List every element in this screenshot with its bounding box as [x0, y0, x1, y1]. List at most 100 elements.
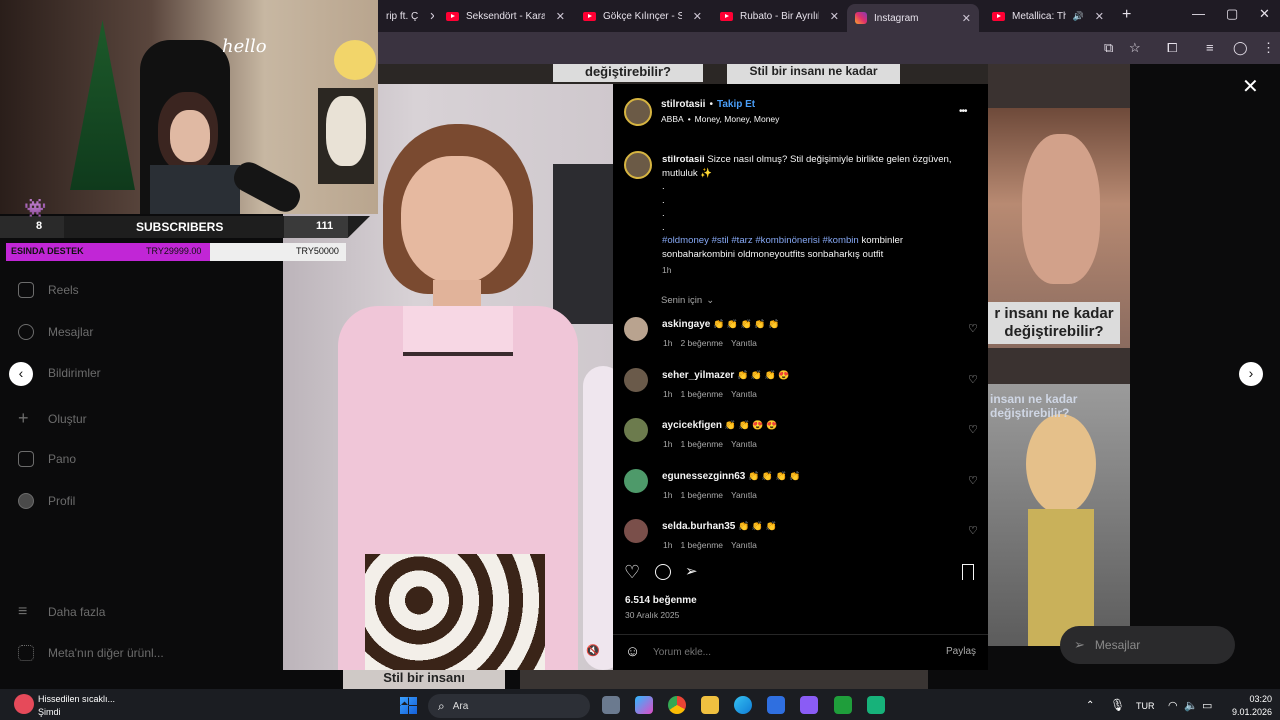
bookmark-star-icon[interactable]: ☆ [1129, 40, 1141, 56]
caption-hashtags[interactable]: #oldmoney #stil #tarz #kombinönerisi #ko… [662, 235, 859, 246]
comment-avatar[interactable] [624, 418, 648, 442]
comment-reply-button[interactable]: Yanıtla [731, 490, 757, 500]
modal-close-button[interactable]: ✕ [1242, 74, 1259, 99]
microphone-icon[interactable]: 🎙 [1110, 698, 1125, 712]
messages-pill[interactable]: ➢ Mesajlar [1060, 626, 1235, 664]
close-icon[interactable]: ✕ [429, 10, 434, 23]
follow-button[interactable]: Takip Et [717, 99, 755, 110]
emoji-picker-icon[interactable]: ☺ [625, 643, 640, 660]
comment-like-icon[interactable]: ♡ [968, 524, 978, 537]
battery-icon[interactable]: ▭ [1202, 699, 1212, 712]
comment-likes[interactable]: 1 beğenme [680, 540, 723, 550]
browser-tab[interactable]: Seksendört - Kara G ✕ [438, 4, 573, 28]
comment-username[interactable]: selda.burhan35 [662, 521, 735, 532]
comment-bubble-icon[interactable] [655, 564, 671, 580]
share-paper-plane-icon[interactable]: ➢ [685, 562, 698, 580]
maximize-button[interactable]: ▢ [1226, 6, 1238, 22]
profile-icon[interactable]: ◯ [1233, 40, 1248, 56]
comment-likes[interactable]: 1 beğenme [680, 439, 723, 449]
comment-avatar[interactable] [624, 367, 648, 392]
close-icon[interactable]: ✕ [1095, 10, 1104, 23]
browser-tab-active[interactable]: Instagram ✕ [847, 4, 979, 32]
audio-attribution[interactable]: ABBA • Money, Money, Money [661, 114, 779, 124]
language-indicator[interactable]: TUR [1136, 701, 1155, 711]
minimize-button[interactable]: — [1192, 6, 1205, 21]
comment-username[interactable]: aycicekfigen [662, 420, 722, 431]
caption-username[interactable]: stilrotasii [662, 154, 705, 165]
window-close-button[interactable]: ✕ [1259, 6, 1270, 22]
mute-icon[interactable]: 🔇 [586, 644, 600, 657]
post-author-username[interactable]: stilrotasii [661, 99, 705, 110]
comment-reply-button[interactable]: Yanıtla [731, 439, 757, 449]
like-heart-icon[interactable]: ♡ [624, 562, 640, 583]
comment-reply-button[interactable]: Yanıtla [731, 540, 757, 550]
sidebar-item-reels[interactable]: Reels [18, 282, 79, 298]
comment-time: 1h [663, 540, 673, 550]
sidebar-item-messages[interactable]: Mesajlar [18, 324, 93, 340]
post-author-avatar[interactable] [624, 98, 652, 126]
chevron-up-icon[interactable]: ⌃ [1086, 700, 1094, 711]
weather-icon[interactable] [14, 694, 34, 714]
save-bookmark-icon[interactable] [962, 564, 974, 580]
post-comment-button[interactable]: Paylaş [946, 646, 976, 657]
comment-sort-dropdown[interactable]: Senin için ⌄ [661, 295, 714, 306]
sidebar-item-more[interactable]: ≡ Daha fazla [18, 603, 105, 621]
comment-like-icon[interactable]: ♡ [968, 322, 978, 335]
extensions-icon[interactable]: ⧠ [1167, 40, 1177, 56]
app-icon[interactable] [800, 696, 818, 714]
sidebar-item-profile[interactable]: Profil [18, 493, 75, 509]
caption-author-avatar[interactable] [624, 151, 652, 179]
sidebar-item-create[interactable]: + Oluştur [18, 408, 87, 429]
comment-like-icon[interactable]: ♡ [968, 474, 978, 487]
sidebar-item-meta[interactable]: Meta'nın diğer ürünl... [18, 645, 164, 661]
comment-username[interactable]: askingaye [662, 319, 710, 330]
comment-like-icon[interactable]: ♡ [968, 373, 978, 386]
close-icon[interactable]: ✕ [693, 10, 702, 23]
browser-tab[interactable]: Metallica: The Ur 🔊 ✕ [984, 4, 1112, 28]
close-icon[interactable]: ✕ [830, 10, 839, 23]
comment-reply-button[interactable]: Yanıtla [731, 389, 757, 399]
weather-title[interactable]: Hissedilen sıcaklı... [38, 694, 115, 704]
comment-reply-button[interactable]: Yanıtla [731, 338, 757, 348]
browser-tab[interactable]: Gökçe Kılınçer - Sev ✕ [575, 4, 710, 28]
browser-tab[interactable]: Rubato - Bir Ayrılık, B ✕ [712, 4, 847, 28]
comment-avatar[interactable] [624, 317, 648, 341]
comment-likes[interactable]: 1 beğenme [680, 490, 723, 500]
comment-like-icon[interactable]: ♡ [968, 423, 978, 436]
comment-avatar[interactable] [624, 468, 648, 493]
xbox-icon[interactable] [834, 696, 852, 714]
comment-input[interactable] [653, 644, 913, 660]
more-options-icon[interactable]: ••• [959, 106, 967, 117]
copilot-icon[interactable] [635, 696, 653, 714]
clock-date[interactable]: 9.01.2026 [1222, 707, 1272, 717]
comment-username[interactable]: seher_yilmazer [662, 370, 734, 381]
new-tab-button[interactable]: + [1122, 6, 1131, 24]
close-icon[interactable]: ✕ [962, 12, 971, 25]
sidebar-item-dashboard[interactable]: Pano [18, 451, 76, 467]
cast-icon[interactable]: ⧉ [1104, 40, 1113, 56]
comment-likes[interactable]: 2 beğenme [680, 338, 723, 348]
comment-username[interactable]: egunessezginn63 [662, 471, 745, 482]
chrome-icon[interactable] [668, 696, 686, 714]
like-count[interactable]: 6.514 beğenme [625, 595, 697, 606]
close-icon[interactable]: ✕ [556, 10, 565, 23]
task-view-icon[interactable] [602, 696, 620, 714]
kebab-menu-icon[interactable]: ⋮ [1262, 40, 1275, 56]
file-explorer-icon[interactable] [701, 696, 719, 714]
speaker-icon[interactable]: 🔊 [1073, 11, 1084, 22]
volume-icon[interactable]: 🔈 [1184, 699, 1198, 712]
browser-tab[interactable]: rip ft. Ç ✕ [378, 4, 434, 28]
clock-time[interactable]: 03:20 [1232, 694, 1272, 704]
edge-icon[interactable] [734, 696, 752, 714]
wifi-icon[interactable]: ◠ [1168, 699, 1178, 712]
next-post-button[interactable]: › [1239, 362, 1263, 386]
comment-likes[interactable]: 1 beğenme [680, 389, 723, 399]
comment-avatar[interactable] [624, 519, 648, 543]
app-icon[interactable] [867, 696, 885, 714]
media-control-icon[interactable]: ≡ [1206, 40, 1214, 55]
previous-post-button[interactable]: ‹ [9, 362, 33, 386]
sidebar-item-notifications[interactable]: Bildirimler [48, 366, 101, 380]
taskbar-search[interactable]: ⌕ Ara [428, 694, 590, 718]
youtube-icon [992, 11, 1005, 21]
store-icon[interactable] [767, 696, 785, 714]
